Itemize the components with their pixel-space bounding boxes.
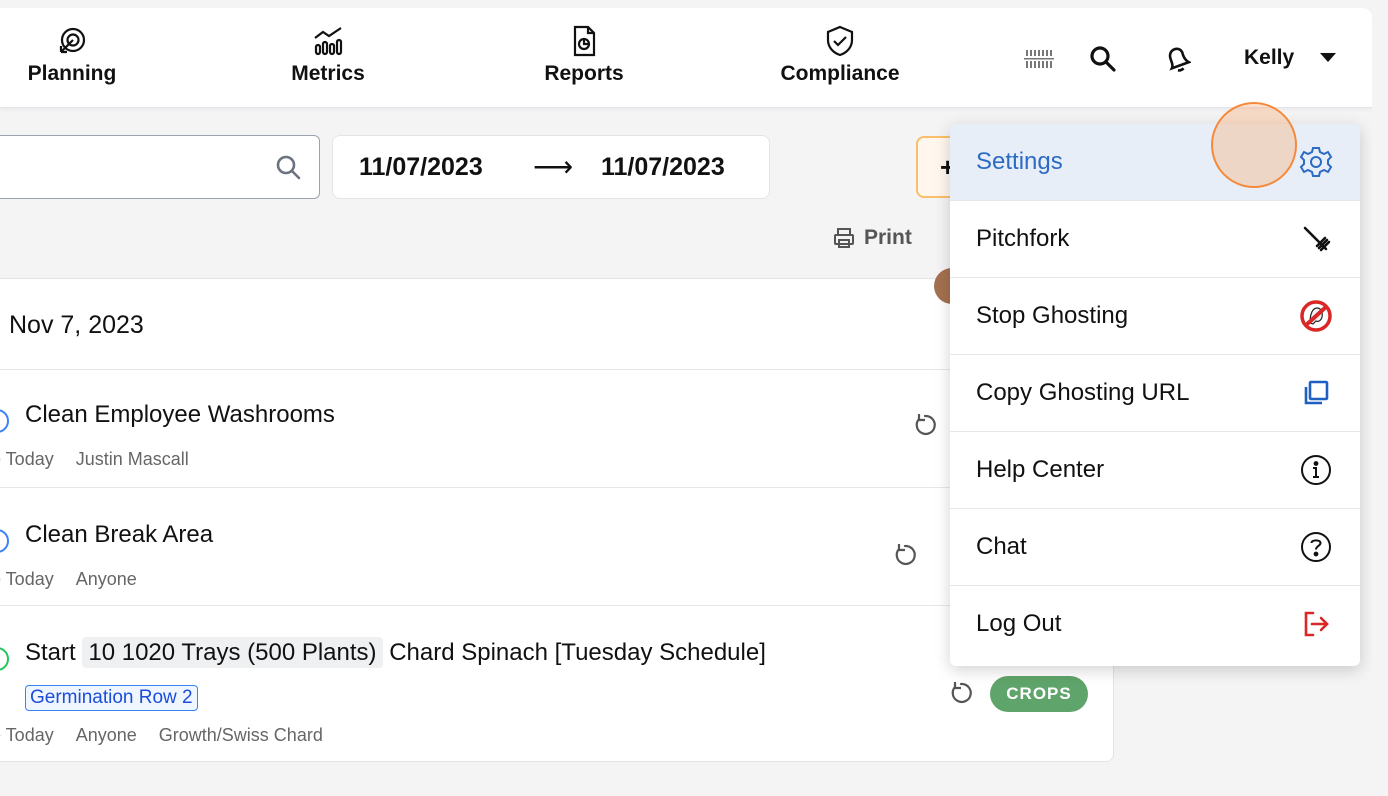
repeat-icon[interactable] xyxy=(911,411,939,439)
menu-item-help-center[interactable]: Help Center xyxy=(950,432,1360,509)
task-title-prefix: Start xyxy=(25,639,76,666)
barcode-icon[interactable] xyxy=(1022,42,1056,76)
repeat-icon[interactable] xyxy=(891,541,919,569)
gear-icon xyxy=(1298,144,1334,180)
menu-item-label: Stop Ghosting xyxy=(976,302,1129,329)
menu-item-label: Help Center xyxy=(976,456,1105,483)
pitchfork-icon xyxy=(1298,221,1334,257)
task-meta: e Today Anyone xyxy=(0,569,159,590)
repeat-icon[interactable] xyxy=(947,679,975,707)
task-status-icon[interactable] xyxy=(0,647,9,671)
print-button-label: Print xyxy=(864,226,912,249)
task-assignee: Anyone xyxy=(75,725,137,745)
search-input[interactable] xyxy=(0,135,320,199)
menu-item-pitchfork[interactable]: Pitchfork xyxy=(950,201,1360,278)
task-title: Clean Break Area xyxy=(25,521,214,548)
menu-item-settings[interactable]: Settings xyxy=(950,124,1360,201)
question-icon xyxy=(1298,529,1334,565)
task-due: e Today xyxy=(0,449,54,469)
menu-item-stop-ghosting[interactable]: Stop Ghosting xyxy=(950,278,1360,355)
task-row[interactable]: Clean Employee Washrooms e Today Justin M… xyxy=(0,369,1113,487)
nav-compliance[interactable]: Compliance xyxy=(760,24,920,86)
task-assignee: Justin Mascall xyxy=(75,449,189,469)
location-tag[interactable]: Germination Row 2 xyxy=(25,685,198,711)
nav-planning-label: Planning xyxy=(27,62,117,85)
nav-metrics[interactable]: Metrics xyxy=(248,24,408,86)
printer-icon xyxy=(834,228,854,248)
nav-reports[interactable]: Reports xyxy=(504,24,664,86)
logout-icon xyxy=(1298,606,1334,642)
category-badge: CROPS xyxy=(990,676,1088,712)
ghostbusters-icon xyxy=(1298,298,1334,334)
nav-compliance-label: Compliance xyxy=(780,62,900,85)
quantity-chip: 10 1020 Trays (500 Plants) xyxy=(82,637,383,668)
date-start: 11/07/2023 xyxy=(359,153,483,181)
task-meta: e Today Justin Mascall xyxy=(0,449,211,470)
day-header: Nov 7, 2023 xyxy=(9,311,144,339)
menu-item-label: Chat xyxy=(976,533,1027,560)
task-title: Start 10 1020 Trays (500 Plants) Chard S… xyxy=(25,637,766,668)
task-title-suffix: Chard Spinach [Tuesday Schedule] xyxy=(389,639,766,666)
info-icon xyxy=(1298,452,1334,488)
date-end: 11/07/2023 xyxy=(601,153,725,181)
print-button[interactable]: Print xyxy=(832,226,912,250)
task-status-icon[interactable] xyxy=(0,529,9,553)
task-category: Growth/Swiss Chard xyxy=(158,725,323,745)
task-row[interactable]: Clean Break Area e Today Anyone xyxy=(0,487,1113,605)
task-title: Clean Employee Washrooms xyxy=(25,401,335,428)
task-assignee: Anyone xyxy=(75,569,137,589)
compliance-icon xyxy=(826,25,854,57)
app-frame: Planning Metrics Reports Compliance Kell… xyxy=(0,8,1372,774)
task-row[interactable]: Start 10 1020 Trays (500 Plants) Chard S… xyxy=(0,605,1113,763)
task-meta: e Today Anyone Growth/Swiss Chard xyxy=(0,725,345,746)
task-due: e Today xyxy=(0,725,54,745)
click-indicator xyxy=(1211,102,1297,188)
bell-icon[interactable] xyxy=(1160,42,1194,76)
nav-planning[interactable]: Planning xyxy=(0,24,152,86)
menu-item-copy-ghosting-url[interactable]: Copy Ghosting URL xyxy=(950,355,1360,432)
copy-icon xyxy=(1298,375,1334,411)
reports-icon xyxy=(573,25,596,57)
user-dropdown-menu: Settings Pitchfork Stop Ghosting Copy Gh… xyxy=(950,124,1360,666)
arrow-right-icon: ⟶ xyxy=(533,151,574,182)
task-due: e Today xyxy=(0,569,54,589)
menu-item-label: Settings xyxy=(976,148,1063,175)
search-icon[interactable] xyxy=(1086,42,1120,76)
metrics-icon xyxy=(314,27,343,56)
planning-icon xyxy=(59,27,86,54)
menu-item-log-out[interactable]: Log Out xyxy=(950,586,1360,663)
menu-item-label: Pitchfork xyxy=(976,225,1070,252)
nav-reports-label: Reports xyxy=(544,62,624,85)
menu-item-label: Copy Ghosting URL xyxy=(976,379,1190,406)
menu-item-chat[interactable]: Chat xyxy=(950,509,1360,586)
nav-metrics-label: Metrics xyxy=(291,62,365,85)
top-navigation: Planning Metrics Reports Compliance Kell… xyxy=(0,8,1372,108)
search-icon xyxy=(276,155,301,180)
menu-item-label: Log Out xyxy=(976,610,1062,637)
date-range-picker[interactable]: 11/07/2023 ⟶ 11/07/2023 xyxy=(332,135,770,199)
chevron-down-icon[interactable] xyxy=(1320,53,1336,62)
task-status-icon[interactable] xyxy=(0,409,9,433)
user-menu-name[interactable]: Kelly xyxy=(1244,46,1294,70)
task-list: Nov 7, 2023 Clean Employee Washrooms e T… xyxy=(0,278,1114,762)
